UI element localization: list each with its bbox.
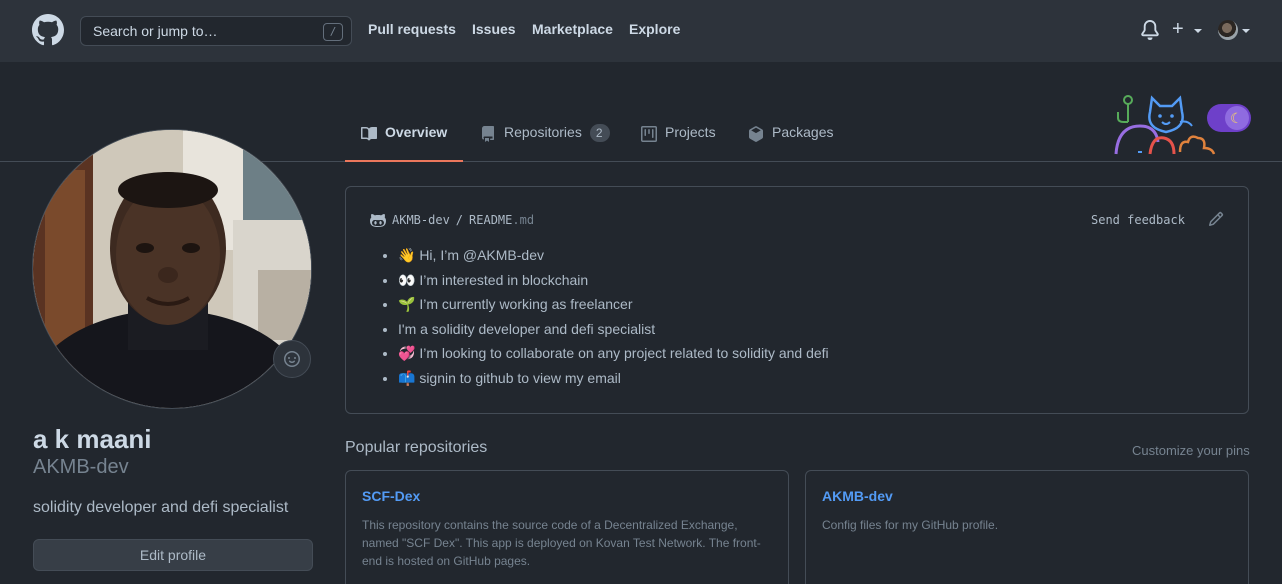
tab-overview[interactable]: Overview bbox=[345, 124, 463, 162]
top-header: Search or jump to… / Pull requests Issue… bbox=[0, 0, 1282, 62]
theme-toggle[interactable]: ☾ bbox=[1207, 104, 1251, 132]
list-item: 💞️ I’m looking to collaborate on any pro… bbox=[398, 344, 829, 369]
readme-owner-link[interactable]: AKMB-dev bbox=[392, 213, 450, 227]
repo-card: SCF-Dex This repository contains the sou… bbox=[345, 470, 789, 584]
chevron-down-icon bbox=[1242, 29, 1250, 33]
project-board-icon bbox=[641, 126, 657, 142]
toggle-knob: ☾ bbox=[1225, 106, 1249, 130]
tab-repositories[interactable]: Repositories 2 bbox=[480, 124, 610, 162]
set-status-button[interactable] bbox=[273, 340, 311, 378]
search-shortcut-key: / bbox=[323, 23, 343, 41]
list-item: 📫 signin to github to view my email bbox=[398, 369, 829, 394]
repo-icon bbox=[482, 126, 494, 142]
readme-file-ext: .md bbox=[512, 213, 535, 227]
nav-pull-requests[interactable]: Pull requests bbox=[368, 21, 456, 37]
tab-packages[interactable]: Packages bbox=[748, 124, 833, 162]
path-separator: / bbox=[455, 213, 464, 227]
tab-projects-label: Projects bbox=[665, 124, 716, 140]
nav-issues[interactable]: Issues bbox=[472, 21, 516, 37]
tab-overview-label: Overview bbox=[385, 124, 448, 140]
smiley-icon bbox=[284, 351, 300, 367]
customize-pins-link[interactable]: Customize your pins bbox=[1132, 443, 1250, 458]
readme-file-name[interactable]: README bbox=[469, 213, 512, 227]
repo-name-link[interactable]: AKMB-dev bbox=[822, 488, 893, 504]
profile-username: AKMB-dev bbox=[33, 456, 129, 478]
header-avatar bbox=[1218, 20, 1238, 40]
profile-readme: AKMB-dev / README.md Send feedback 👋 Hi,… bbox=[345, 186, 1249, 414]
search-input[interactable]: Search or jump to… / bbox=[80, 16, 352, 46]
repo-card: AKMB-dev Config files for my GitHub prof… bbox=[805, 470, 1249, 584]
book-icon bbox=[361, 126, 377, 141]
profile-full-name: a k maani bbox=[33, 424, 152, 454]
tab-repositories-label: Repositories bbox=[504, 124, 582, 140]
moon-icon: ☾ bbox=[1230, 110, 1243, 126]
profile-bio: solidity developer and defi specialist bbox=[33, 499, 289, 516]
plus-icon: + bbox=[1172, 18, 1184, 40]
notifications-bell-icon[interactable] bbox=[1140, 20, 1160, 40]
package-icon bbox=[749, 126, 763, 142]
profile-photo bbox=[33, 130, 311, 408]
octoface-icon bbox=[370, 214, 386, 227]
octocat-illustration-icon bbox=[1114, 95, 1216, 155]
edit-profile-button[interactable]: Edit profile bbox=[33, 539, 313, 571]
repositories-count-badge: 2 bbox=[589, 124, 610, 142]
repo-name-link[interactable]: SCF-Dex bbox=[362, 488, 420, 504]
readme-path: AKMB-dev / README.md bbox=[370, 212, 534, 228]
profile-avatar[interactable] bbox=[32, 129, 312, 409]
list-item: 👋 Hi, I’m @AKMB-dev bbox=[398, 246, 829, 271]
tab-packages-label: Packages bbox=[772, 124, 834, 140]
repo-description: This repository contains the source code… bbox=[362, 518, 761, 568]
tab-projects[interactable]: Projects bbox=[641, 124, 716, 162]
chevron-down-icon bbox=[1194, 29, 1202, 33]
list-item: 👀 I’m interested in blockchain bbox=[398, 271, 829, 296]
list-item: I'm a solidity developer and defi specia… bbox=[398, 320, 829, 345]
readme-list: 👋 Hi, I’m @AKMB-dev 👀 I’m interested in … bbox=[398, 246, 829, 393]
pencil-icon[interactable] bbox=[1208, 211, 1224, 227]
repo-description: Config files for my GitHub profile. bbox=[822, 518, 999, 532]
search-placeholder: Search or jump to… bbox=[93, 23, 218, 39]
nav-explore[interactable]: Explore bbox=[629, 21, 680, 37]
popular-repositories-heading: Popular repositories bbox=[345, 439, 488, 456]
nav-marketplace[interactable]: Marketplace bbox=[532, 21, 613, 37]
list-item: 🌱 I’m currently working as freelancer bbox=[398, 295, 829, 320]
github-logo-icon[interactable] bbox=[32, 14, 64, 46]
send-feedback-link[interactable]: Send feedback bbox=[1091, 213, 1185, 227]
